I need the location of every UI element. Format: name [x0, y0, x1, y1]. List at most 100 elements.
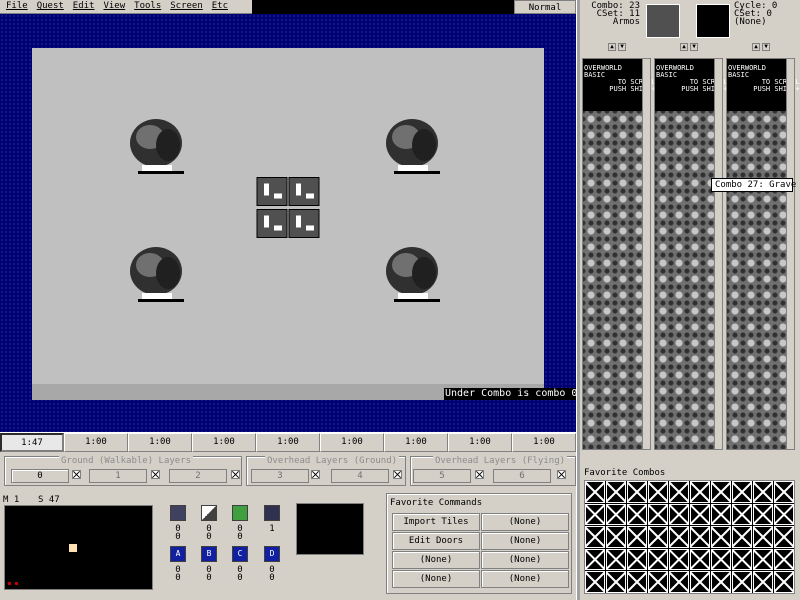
menu-tools[interactable]: Tools — [128, 0, 164, 13]
menu-screen[interactable]: Screen — [164, 0, 206, 13]
favorite-combo-slot[interactable] — [585, 481, 605, 503]
menu-quest[interactable]: Quest — [31, 0, 67, 13]
layer-4-button[interactable]: 4 — [331, 469, 389, 483]
panel-divider[interactable] — [576, 0, 580, 600]
layer-cell[interactable]: 1:00 — [256, 433, 320, 452]
layer-cell[interactable]: 1:00 — [192, 433, 256, 452]
favorite-combo-slot[interactable] — [648, 481, 668, 503]
layer-6-button[interactable]: 6 — [493, 469, 551, 483]
favorite-combo-slot[interactable] — [774, 571, 794, 593]
combo-column-scrollbar[interactable] — [642, 58, 651, 450]
layer-3-checkbox[interactable] — [311, 470, 320, 479]
bush-combo[interactable] — [384, 243, 446, 305]
combo-column-tiles[interactable] — [583, 111, 649, 449]
favorite-combo-slot[interactable] — [774, 503, 794, 526]
combo-column-scrollbar[interactable] — [714, 58, 723, 450]
layer-6-checkbox[interactable] — [557, 470, 566, 479]
favorite-combo-slot[interactable] — [648, 548, 668, 571]
menu-file[interactable]: File — [0, 0, 31, 13]
menu-etc[interactable]: Etc — [206, 0, 231, 13]
favorite-combo-slot[interactable] — [669, 526, 689, 548]
menu-edit[interactable]: Edit — [67, 0, 98, 13]
layer-cell[interactable]: 1:00 — [128, 433, 192, 452]
stairs-icon[interactable] — [201, 505, 217, 521]
command-button[interactable]: (None) — [481, 513, 569, 531]
favorite-combo-slot[interactable] — [753, 503, 773, 526]
favorite-combo-slot[interactable] — [690, 481, 710, 503]
favorite-combo-slot[interactable] — [732, 481, 752, 503]
favorite-combo-slot[interactable] — [627, 571, 647, 593]
warp-a-icon[interactable]: A — [170, 546, 186, 562]
favorite-combo-slot[interactable] — [753, 548, 773, 571]
favorite-combo-slot[interactable] — [753, 526, 773, 548]
command-button[interactable]: Edit Doors — [392, 532, 480, 550]
favorite-combo-slot[interactable] — [585, 526, 605, 548]
favorite-combo-slot[interactable] — [669, 571, 689, 593]
warp-icon[interactable] — [232, 505, 248, 521]
layer-5-button[interactable]: 5 — [413, 469, 471, 483]
favorite-combo-slot[interactable] — [606, 526, 626, 548]
command-button[interactable]: (None) — [481, 551, 569, 569]
favorite-combo-slot[interactable] — [606, 481, 626, 503]
command-button[interactable]: (None) — [392, 570, 480, 588]
favorite-combo-slot[interactable] — [690, 548, 710, 571]
favorite-combo-slot[interactable] — [669, 503, 689, 526]
favorite-combo-slot[interactable] — [753, 481, 773, 503]
layer-2-checkbox[interactable] — [151, 470, 160, 479]
warp-c-icon[interactable]: C — [232, 546, 248, 562]
layer-0-button[interactable]: 0 — [11, 469, 69, 483]
layer-1-button[interactable]: 1 — [89, 469, 147, 483]
bush-combo[interactable] — [128, 115, 190, 177]
cycle-combo-preview[interactable] — [696, 4, 730, 38]
grave-combo-group[interactable] — [256, 175, 320, 240]
favorite-combo-slot[interactable] — [690, 571, 710, 593]
warp-b-icon[interactable]: B — [201, 546, 217, 562]
mode-indicator[interactable]: Normal — [514, 0, 576, 14]
enemy-icon[interactable] — [264, 505, 280, 521]
favorite-combo-slot[interactable] — [669, 481, 689, 503]
favorite-combo-slot[interactable] — [732, 526, 752, 548]
combo-column[interactable]: OVERWORLD BASIC TO SCROLL PUSH SHIFT+↑↓ — [654, 58, 736, 450]
favorite-combos-grid[interactable] — [584, 480, 795, 594]
warp-d-icon[interactable]: D — [264, 546, 280, 562]
combo-column-tiles[interactable] — [727, 111, 793, 449]
command-button[interactable]: (None) — [481, 532, 569, 550]
layer-cell[interactable]: 1:00 — [384, 433, 448, 452]
favorite-combo-slot[interactable] — [711, 526, 731, 548]
favorite-combo-slot[interactable] — [606, 548, 626, 571]
current-combo-preview[interactable] — [646, 4, 680, 38]
combo-page-arrows[interactable]: ▲ ▼ — [752, 43, 770, 51]
combo-column-scrollbar[interactable] — [786, 58, 795, 450]
layer-cell[interactable]: 1:00 — [320, 433, 384, 452]
favorite-combo-slot[interactable] — [753, 571, 773, 593]
favorite-combo-slot[interactable] — [606, 571, 626, 593]
favorite-combo-slot[interactable] — [732, 548, 752, 571]
layer-1-checkbox[interactable] — [72, 470, 81, 479]
favorite-combo-slot[interactable] — [774, 526, 794, 548]
favorite-combo-slot[interactable] — [732, 571, 752, 593]
favorite-combo-slot[interactable] — [627, 526, 647, 548]
layer-cell[interactable]: 1:00 — [448, 433, 512, 452]
favorite-combo-slot[interactable] — [585, 548, 605, 571]
favorite-combo-slot[interactable] — [711, 571, 731, 593]
favorite-combo-slot[interactable] — [711, 548, 731, 571]
bush-combo[interactable] — [128, 243, 190, 305]
combo-column-tiles[interactable] — [655, 111, 721, 449]
combo-column[interactable]: OVERWORLD BASIC TO SCROLL PUSH SHIFT+↑↓ — [582, 58, 664, 450]
favorite-combo-slot[interactable] — [585, 503, 605, 526]
layer-4-checkbox[interactable] — [393, 470, 402, 479]
command-button[interactable]: (None) — [481, 570, 569, 588]
favorite-combo-slot[interactable] — [648, 503, 668, 526]
combo-page-arrows[interactable]: ▲ ▼ — [608, 43, 626, 51]
favorite-combo-slot[interactable] — [690, 526, 710, 548]
layer-cell[interactable]: 1:47 — [0, 433, 64, 452]
favorite-combo-slot[interactable] — [627, 481, 647, 503]
favorite-combo-slot[interactable] — [648, 571, 668, 593]
favorite-combo-slot[interactable] — [774, 481, 794, 503]
layer-2-button[interactable]: 2 — [169, 469, 227, 483]
bush-combo[interactable] — [384, 115, 446, 177]
favorite-combo-slot[interactable] — [669, 548, 689, 571]
favorite-combo-slot[interactable] — [690, 503, 710, 526]
layer-5-checkbox[interactable] — [475, 470, 484, 479]
favorite-combo-slot[interactable] — [585, 571, 605, 593]
